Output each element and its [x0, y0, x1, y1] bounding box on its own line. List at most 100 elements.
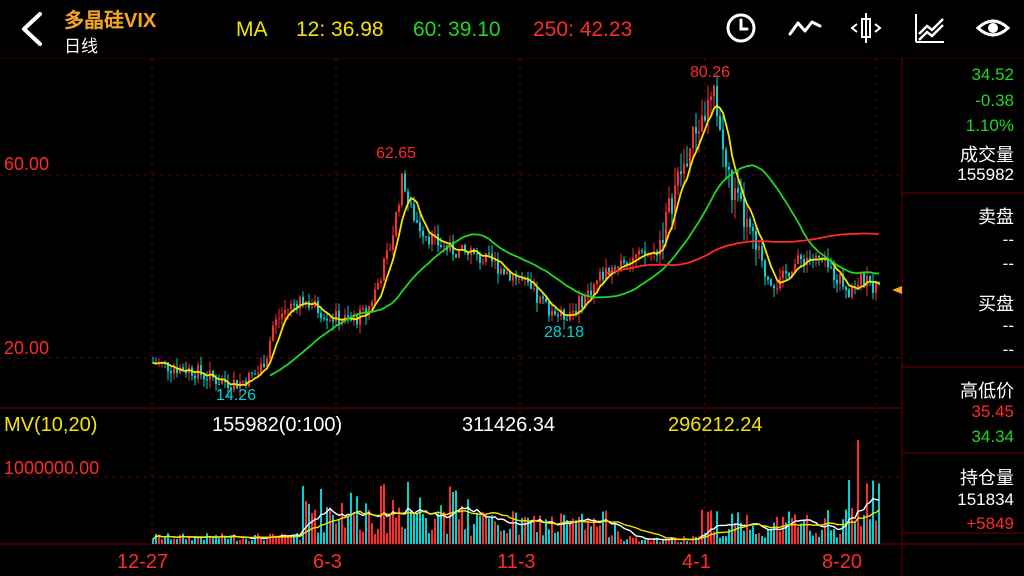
candle-body	[512, 275, 514, 281]
sell-2: --	[1002, 254, 1014, 273]
volume-bar	[812, 535, 814, 544]
volume-bar	[167, 533, 169, 544]
volume-bar	[779, 531, 781, 544]
volume-bar	[680, 541, 682, 544]
candle-body	[398, 205, 400, 212]
candle-body	[428, 236, 430, 245]
x-label-3: 11-3	[497, 551, 536, 573]
candle-body	[293, 303, 295, 305]
drawing-icon[interactable]	[912, 10, 948, 46]
candle-body	[869, 275, 871, 282]
line-chart-icon[interactable]	[787, 10, 823, 46]
volume-bar	[203, 539, 205, 544]
candle-body	[260, 363, 262, 374]
volume-bar	[848, 479, 850, 544]
volume-bar	[452, 491, 454, 544]
candle-body	[719, 115, 721, 130]
candle-body	[662, 240, 664, 243]
candle-body	[851, 286, 853, 298]
candle-body	[416, 220, 418, 223]
crosshair-icon[interactable]	[848, 10, 884, 46]
volume-bar	[455, 490, 457, 544]
volume-bar	[686, 541, 688, 544]
volume-bar	[323, 532, 325, 544]
volume-bar	[710, 510, 712, 544]
open-interest-change: +5849	[966, 514, 1014, 533]
candle-body	[866, 275, 868, 287]
volume-bar	[425, 518, 427, 544]
kline-chart[interactable]	[0, 58, 1024, 576]
candle-body	[686, 163, 688, 167]
volume-bar	[161, 539, 163, 544]
volume-bar	[251, 540, 253, 544]
volume-bar	[212, 538, 214, 544]
ma60-line	[269, 164, 880, 377]
volume-bar	[839, 533, 841, 544]
volume-bar	[590, 526, 592, 544]
volume-mv20: 296212.24	[668, 414, 763, 436]
candle-body	[602, 271, 604, 280]
volume-bar	[836, 537, 838, 544]
volume-bar	[677, 541, 679, 544]
volume-bar	[497, 524, 499, 544]
candle-body	[590, 290, 592, 296]
candle-body	[596, 280, 598, 285]
volume-bar	[350, 492, 352, 544]
volume-bar	[833, 528, 835, 544]
candle-body	[386, 250, 388, 259]
annotation-low-1: 14.26	[216, 387, 257, 404]
volume-indicator-label[interactable]: MV(10,20)	[4, 414, 97, 437]
volume-bar	[668, 539, 670, 544]
candle-body	[785, 270, 787, 274]
volume-bar	[695, 536, 697, 544]
volume-bar	[392, 499, 394, 544]
candle-body	[749, 219, 751, 228]
candle-body	[443, 245, 445, 248]
volume-bar	[626, 539, 628, 544]
volume-bar	[617, 531, 619, 544]
candle-body	[332, 319, 334, 322]
candle-body	[776, 288, 778, 290]
volume-bar	[623, 541, 625, 544]
candle-body	[377, 283, 379, 290]
candle-body	[833, 267, 835, 281]
back-arrow-icon[interactable]	[14, 10, 50, 48]
volume-bar	[752, 525, 754, 544]
volume-bar	[521, 518, 523, 544]
volume-bar	[707, 511, 709, 544]
volume-bar	[206, 533, 208, 544]
volume-bar	[470, 535, 472, 544]
volume-bar	[551, 516, 553, 544]
volume-bar	[500, 530, 502, 544]
buy-label: 买盘	[978, 294, 1014, 314]
clock-icon[interactable]	[723, 10, 759, 46]
buy-1: --	[1002, 316, 1014, 335]
volume-bar	[716, 511, 718, 544]
candle-body	[839, 274, 841, 284]
volume-bar	[650, 541, 652, 544]
candle-body	[206, 379, 208, 381]
candle-body	[671, 198, 673, 214]
volume-bar	[854, 523, 856, 544]
volume-bar	[242, 537, 244, 544]
ma-label: MA	[236, 18, 268, 41]
eye-icon[interactable]	[975, 10, 1011, 46]
volume-bar	[878, 483, 880, 544]
period-label[interactable]: 日线	[64, 32, 98, 57]
candle-body	[203, 374, 205, 380]
candle-body	[389, 249, 391, 251]
candle-body	[269, 340, 271, 359]
ma12-value: 12: 36.98	[296, 18, 384, 41]
candle-body	[221, 379, 223, 385]
candle-body	[707, 99, 709, 121]
candle-body	[497, 260, 499, 274]
candle-body	[311, 306, 313, 308]
candle-body	[617, 266, 619, 269]
candle-body	[767, 276, 769, 280]
volume-bar	[530, 520, 532, 544]
candle-body	[566, 319, 568, 321]
volume-bar	[875, 520, 877, 544]
candle-body	[476, 253, 478, 255]
volume-bar	[641, 540, 643, 544]
candle-body	[761, 246, 763, 261]
